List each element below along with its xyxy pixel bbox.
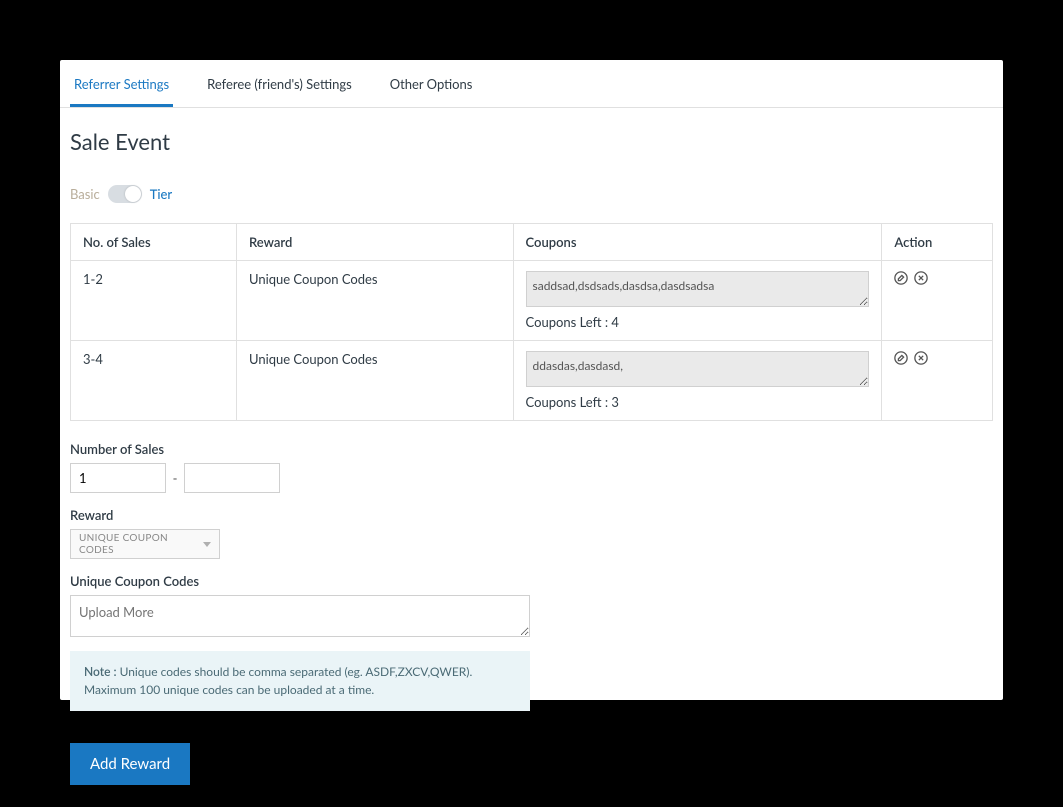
chevron-down-icon xyxy=(203,542,211,547)
upload-codes-textarea[interactable] xyxy=(70,595,530,637)
th-coupons: Coupons xyxy=(513,224,882,261)
coupons-left-label: Coupons Left : 4 xyxy=(526,314,870,330)
coupons-textarea[interactable] xyxy=(526,351,870,387)
cell-action xyxy=(882,261,993,341)
edit-icon[interactable] xyxy=(894,351,908,365)
reward-select-value: UNIQUE COUPON CODES xyxy=(79,532,203,556)
th-action: Action xyxy=(882,224,993,261)
reward-label: Reward xyxy=(70,507,993,523)
field-number-of-sales: Number of Sales - xyxy=(70,441,993,493)
mode-toggle-row: Basic Tier xyxy=(70,185,993,203)
sales-to-input[interactable] xyxy=(184,463,280,493)
cell-action xyxy=(882,341,993,421)
tab-other-options[interactable]: Other Options xyxy=(386,60,477,107)
th-reward: Reward xyxy=(236,224,513,261)
edit-icon[interactable] xyxy=(894,271,908,285)
note-label: Note : xyxy=(84,664,117,679)
tab-referrer-settings[interactable]: Referrer Settings xyxy=(70,60,173,107)
field-reward: Reward UNIQUE COUPON CODES xyxy=(70,507,993,559)
table-row: 1-2 Unique Coupon Codes Coupons Left : 4 xyxy=(71,261,993,341)
table-row: 3-4 Unique Coupon Codes Coupons Left : 3 xyxy=(71,341,993,421)
cell-coupons: Coupons Left : 4 xyxy=(513,261,882,341)
number-of-sales-label: Number of Sales xyxy=(70,441,993,457)
note-text: Unique codes should be comma separated (… xyxy=(84,664,472,697)
toggle-label-tier: Tier xyxy=(150,186,172,202)
tab-referee-settings[interactable]: Referee (friend's) Settings xyxy=(203,60,356,107)
unique-codes-label: Unique Coupon Codes xyxy=(70,573,993,589)
cell-reward: Unique Coupon Codes xyxy=(236,341,513,421)
th-sales: No. of Sales xyxy=(71,224,237,261)
note-box: Note : Unique codes should be comma sepa… xyxy=(70,651,530,711)
toggle-label-basic: Basic xyxy=(70,186,100,202)
tier-table: No. of Sales Reward Coupons Action 1-2 U… xyxy=(70,223,993,421)
mode-toggle[interactable] xyxy=(108,185,142,203)
add-reward-button[interactable]: Add Reward xyxy=(70,743,190,785)
settings-panel: Referrer Settings Referee (friend's) Set… xyxy=(60,60,1003,700)
cell-reward: Unique Coupon Codes xyxy=(236,261,513,341)
reward-select[interactable]: UNIQUE COUPON CODES xyxy=(70,529,220,559)
cell-sales: 3-4 xyxy=(71,341,237,421)
sales-from-input[interactable] xyxy=(70,463,166,493)
delete-icon[interactable] xyxy=(914,271,928,285)
coupons-textarea[interactable] xyxy=(526,271,870,307)
delete-icon[interactable] xyxy=(914,351,928,365)
cell-coupons: Coupons Left : 3 xyxy=(513,341,882,421)
content-area: Sale Event Basic Tier No. of Sales Rewar… xyxy=(60,108,1003,805)
page-title: Sale Event xyxy=(70,128,993,155)
cell-sales: 1-2 xyxy=(71,261,237,341)
coupons-left-label: Coupons Left : 3 xyxy=(526,394,870,410)
toggle-knob xyxy=(125,186,141,202)
range-separator: - xyxy=(166,470,184,486)
tabs-bar: Referrer Settings Referee (friend's) Set… xyxy=(60,60,1003,108)
table-header-row: No. of Sales Reward Coupons Action xyxy=(71,224,993,261)
field-unique-codes: Unique Coupon Codes Note : Unique codes … xyxy=(70,573,993,711)
